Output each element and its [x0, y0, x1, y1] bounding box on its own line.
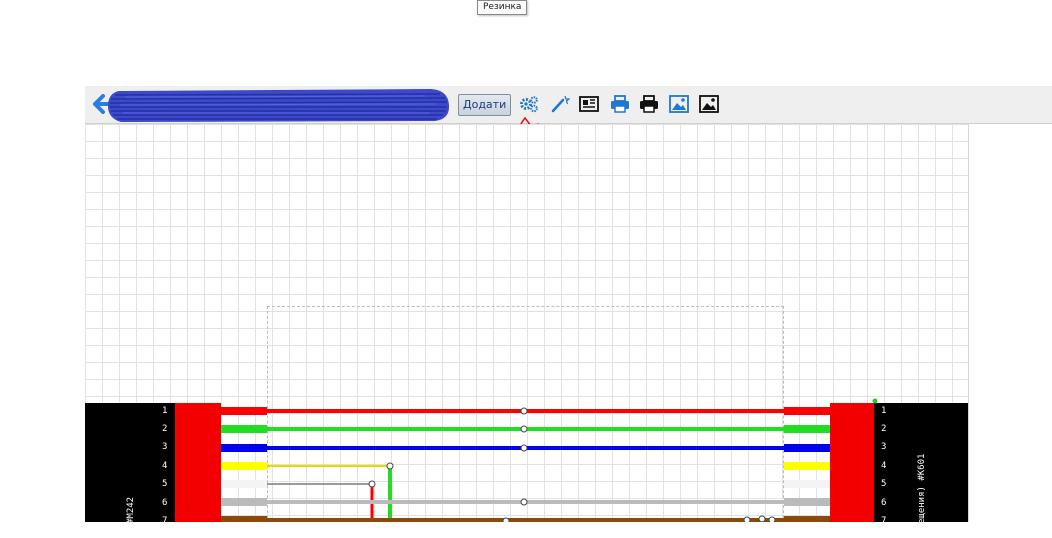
settings-gears-icon[interactable]: [519, 95, 539, 113]
print-icon[interactable]: [639, 95, 659, 113]
redacted-title: [105, 86, 450, 126]
add-button[interactable]: Додати: [458, 94, 512, 116]
toolbar: Додати: [85, 86, 1052, 124]
wire-7[interactable]: [221, 515, 830, 522]
print-blue-icon[interactable]: [610, 95, 630, 113]
image-blue-icon[interactable]: [669, 95, 689, 113]
wire-3[interactable]: [221, 444, 830, 452]
image-icon[interactable]: [699, 95, 719, 113]
wire-6[interactable]: [221, 498, 830, 506]
diagram-canvas[interactable]: 1 2 3 4 5 6 7 1 2 3 4 5 6 7 #M242 ещения…: [85, 124, 968, 522]
wires-layer: [221, 398, 878, 522]
connector-handle[interactable]: [872, 398, 878, 404]
canvas-edge: [968, 124, 969, 522]
tooltip-text: Резинка: [483, 2, 522, 12]
document-view-icon[interactable]: [579, 95, 599, 113]
tooltip: Резинка: [477, 0, 528, 15]
wire-4[interactable]: [221, 462, 830, 522]
wire-2[interactable]: [221, 425, 830, 433]
wire-1[interactable]: [221, 407, 830, 415]
magic-wand-icon[interactable]: [550, 95, 570, 113]
